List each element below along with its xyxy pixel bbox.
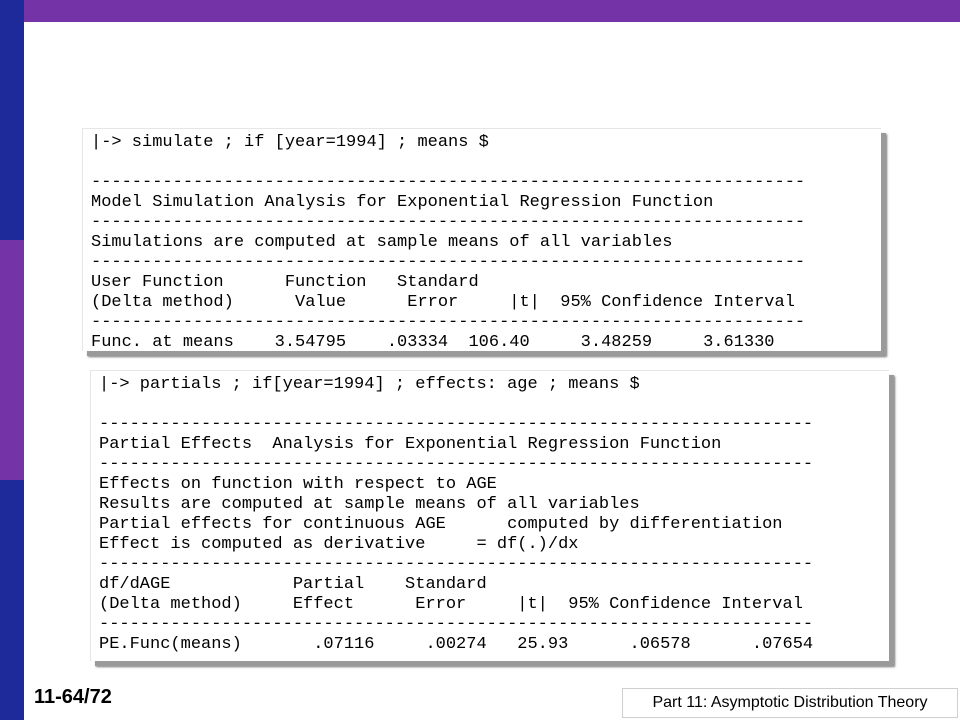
footer-title: Part 11: Asymptotic Distribution Theory	[652, 694, 928, 711]
footer-title-box: Part 11: Asymptotic Distribution Theory	[622, 688, 958, 718]
left-bar-segment-middle	[0, 240, 24, 480]
partials-output-text: |-> partials ; if[year=1994] ; effects: …	[99, 375, 814, 654]
left-bar-segment-bottom	[0, 480, 24, 720]
left-bar-segment-top	[0, 0, 24, 240]
left-decorative-bar	[0, 0, 24, 720]
simulate-output-text: |-> simulate ; if [year=1994] ; means $ …	[91, 133, 806, 352]
top-decorative-bar	[24, 0, 960, 22]
partials-output-panel: |-> partials ; if[year=1994] ; effects: …	[90, 370, 889, 661]
slide-number: 11-64/72	[34, 686, 112, 708]
simulate-output-panel: |-> simulate ; if [year=1994] ; means $ …	[82, 128, 881, 352]
